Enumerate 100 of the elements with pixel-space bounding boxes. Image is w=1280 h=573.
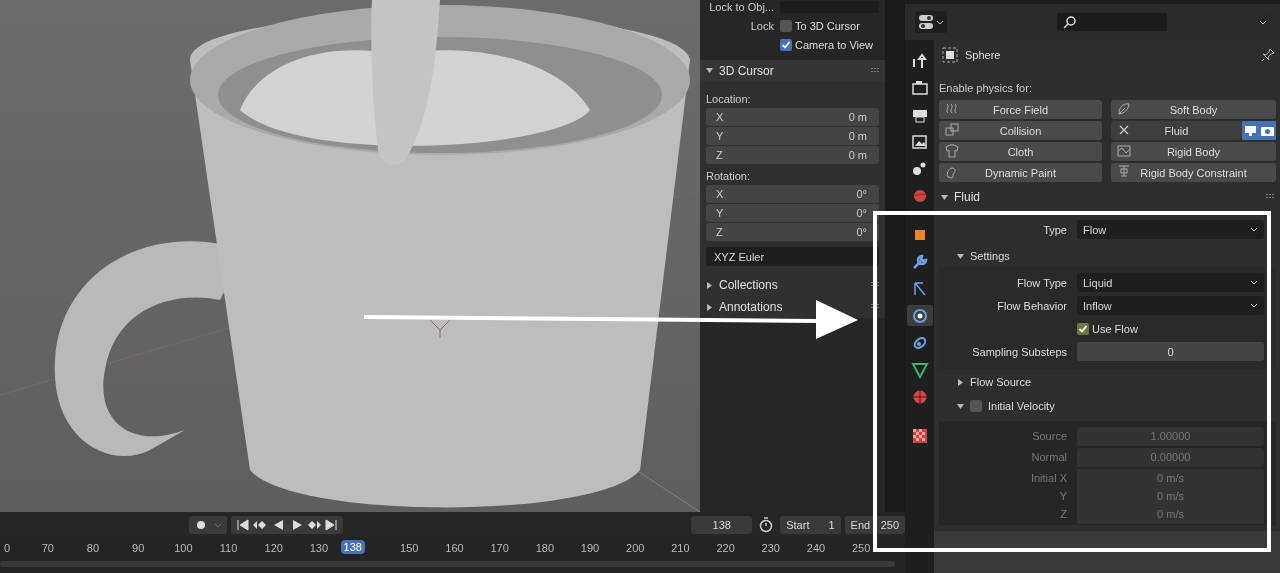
rotation-mode-dropdown[interactable]: XYZ Euler (706, 247, 879, 266)
checkbox[interactable] (970, 400, 982, 412)
physics-button[interactable]: Force Field (939, 100, 1102, 119)
frame-range-field[interactable]: Start 1 (780, 515, 841, 534)
panel-title: Annotations (719, 300, 784, 314)
number-field[interactable]: X 0° (706, 185, 879, 203)
field-label: Type (1042, 223, 1068, 236)
number-field[interactable]: Z 0° (706, 223, 879, 241)
physics-button[interactable]: Cloth (939, 142, 1102, 161)
collapsed-triangle-icon[interactable] (706, 303, 713, 311)
chevron-down-icon (1250, 279, 1258, 286)
drag-handle-icon[interactable] (1266, 194, 1274, 200)
drag-handle-icon[interactable] (871, 282, 879, 288)
dropdown-value: Flow (1083, 223, 1107, 236)
frame-number: 170 (489, 542, 510, 554)
checkbox[interactable] (780, 19, 792, 32)
frame-number: 130 (308, 542, 330, 554)
field-label: End (850, 518, 871, 531)
field-label: Z (1059, 508, 1068, 520)
field-value: 0 m (848, 130, 867, 142)
frame-number: 110 (218, 542, 239, 554)
dropdown-value: XYZ Euler (714, 250, 765, 263)
field-label: Flow Behavior (996, 299, 1068, 312)
dropdown-value: Liquid (1083, 276, 1113, 289)
number-field[interactable]: 0 (1077, 342, 1264, 361)
playhead-marker[interactable]: 138 (340, 540, 365, 554)
panel-header[interactable]: Annotations (700, 296, 885, 318)
physics-button[interactable]: Dynamic Paint (939, 163, 1102, 182)
field-value: 138 (712, 518, 731, 531)
frame-number: 190 (579, 542, 601, 554)
remove-physics-button[interactable]: Fluid (1111, 121, 1242, 140)
frame-number: 230 (760, 542, 781, 554)
object-name: Sphere (965, 49, 1002, 61)
drag-handle-icon[interactable] (871, 67, 879, 74)
search-icon (1063, 15, 1077, 29)
subpanel-header[interactable]: Flow Source (939, 371, 1276, 393)
subpanel-title: Initial Velocity (988, 400, 1055, 412)
dropdown-field[interactable]: Inflow (1077, 296, 1264, 315)
field-label: Source (1031, 430, 1068, 442)
chevron-down-icon (1250, 226, 1258, 233)
number-field[interactable]: Y 0° (706, 204, 879, 222)
drag-handle-icon[interactable] (871, 304, 879, 310)
subpanel-header[interactable]: Initial Velocity (939, 395, 1276, 417)
monitor-icon[interactable] (1242, 121, 1259, 140)
physics-button[interactable]: Rigid Body Constraint (1111, 163, 1276, 182)
field-value: 0 m (848, 149, 867, 161)
checkbox[interactable] (780, 38, 792, 51)
field-value: 0° (856, 188, 867, 200)
origin-marker-icon (429, 319, 451, 339)
physics-button[interactable]: Rigid Body (1111, 142, 1276, 161)
axis-label: X (716, 111, 724, 123)
frame-number: 200 (625, 542, 646, 554)
editor-type-icon[interactable] (915, 11, 947, 33)
collapsed-triangle-icon[interactable] (706, 281, 713, 289)
collision-icon (944, 122, 960, 138)
dropdown-field[interactable]: Liquid (1077, 273, 1264, 292)
expanded-triangle-icon[interactable] (957, 252, 964, 260)
frame-number: 120 (263, 542, 284, 554)
field-label: Sampling Substeps (971, 345, 1068, 358)
subpanel-title: Settings (970, 250, 1010, 262)
current-frame-field[interactable]: 138 (691, 515, 753, 534)
panel-header[interactable]: Collections (700, 274, 885, 296)
section-label: Location: (706, 93, 752, 105)
camera-icon[interactable] (1259, 121, 1276, 140)
panel-header[interactable]: 3D Cursor (700, 60, 885, 81)
checkbox-label: To 3D Cursor (795, 19, 860, 32)
orbit-icon[interactable] (906, 305, 933, 326)
number-field[interactable]: Y 0 m (706, 127, 879, 145)
constraint-icon (1116, 164, 1132, 180)
number-field[interactable]: Z 0 m (706, 146, 879, 164)
checkbox[interactable] (1077, 322, 1089, 335)
field-label: Initial X (1029, 472, 1068, 484)
field-value: 250 (880, 518, 899, 531)
field-label: Flow Type (1016, 276, 1068, 289)
leaf-icon (1116, 101, 1132, 117)
expanded-triangle-icon[interactable] (957, 402, 964, 410)
search-field[interactable] (1057, 13, 1167, 31)
frame-range-field[interactable]: End 250 (844, 515, 905, 534)
pin-icon[interactable] (1260, 47, 1276, 63)
panel-title: Collections (719, 278, 779, 292)
field-value: 0 m (848, 111, 867, 123)
field-label: Start (786, 518, 810, 531)
physics-button[interactable]: Collision (939, 121, 1102, 140)
expanded-triangle-icon[interactable] (706, 67, 713, 74)
physics-button[interactable]: Soft Body (1111, 100, 1276, 119)
frame-number: 210 (670, 542, 691, 554)
frame-number: 90 (131, 542, 146, 554)
field-value: 0° (856, 207, 867, 219)
panel-title: 3D Cursor (719, 63, 775, 78)
frame-number: 250 (850, 542, 872, 554)
frame-number: 0 (3, 542, 12, 554)
axis-label: X (716, 188, 724, 200)
checkbox-label: Use Flow (1092, 322, 1138, 335)
number-field[interactable]: X 0 m (706, 108, 879, 126)
field-value: 0 m/s (1157, 508, 1184, 520)
expanded-triangle-icon[interactable] (941, 193, 948, 201)
subpanel-title: Flow Source (970, 376, 1032, 388)
type-dropdown[interactable]: Flow (1077, 220, 1264, 239)
collapsed-triangle-icon[interactable] (957, 378, 964, 386)
subpanel-header[interactable]: Settings (939, 245, 1276, 267)
